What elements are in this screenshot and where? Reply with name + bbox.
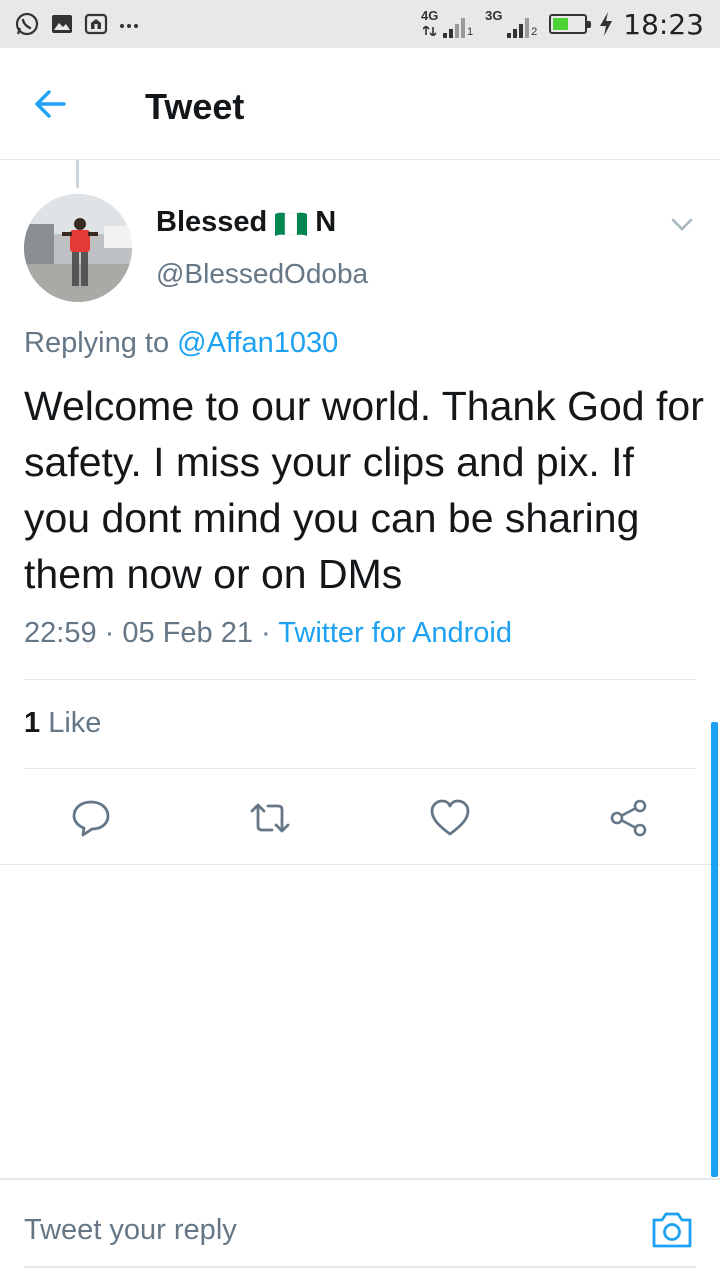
tweet-text: Welcome to our world. Thank God for safe… xyxy=(24,383,704,597)
clock: 18:23 xyxy=(623,7,704,41)
author-name-text: Blessed xyxy=(156,206,268,238)
avatar[interactable] xyxy=(24,194,132,302)
tweet-time: 22:59 xyxy=(24,617,97,649)
notification-icons xyxy=(14,10,140,38)
reply-bar xyxy=(0,1178,720,1280)
network-signal-1: 4G 1 xyxy=(421,8,474,38)
page-title: Tweet xyxy=(145,86,245,127)
top-bar: Tweet xyxy=(0,48,720,160)
network-signal-2: 3G 2 xyxy=(485,8,538,38)
share-icon xyxy=(610,799,647,837)
charging-icon xyxy=(600,12,613,36)
gallery-icon xyxy=(52,15,72,33)
replying-to: Replying to @Affan1030 xyxy=(24,327,338,360)
retweet-icon xyxy=(250,803,290,833)
camera-icon xyxy=(84,13,108,35)
sim-label-2: 2 xyxy=(531,26,538,38)
whatsapp-icon xyxy=(15,12,39,36)
author-name-suffix: N xyxy=(315,206,337,238)
tweet-actions xyxy=(0,770,720,865)
reply-icon xyxy=(72,800,110,837)
chevron-down-icon xyxy=(671,218,693,231)
back-button[interactable] xyxy=(30,84,78,124)
back-arrow-icon xyxy=(35,90,66,118)
like-label: Like xyxy=(48,707,102,739)
meta-separator: · xyxy=(261,617,271,649)
tweet-meta: 22:59 · 05 Feb 21 · Twitter for Android xyxy=(24,617,512,650)
reply-input-underline xyxy=(24,1266,696,1268)
like-button[interactable] xyxy=(429,798,471,838)
nigeria-flag-icon xyxy=(275,212,308,236)
meta-separator: · xyxy=(104,617,115,649)
avatar-photo xyxy=(24,194,132,302)
battery-icon xyxy=(549,14,592,34)
camera-button[interactable] xyxy=(650,1210,694,1250)
camera-icon xyxy=(652,1212,692,1248)
signal-bars-icon xyxy=(507,18,530,38)
system-status: 4G 1 3G 2 18:23 xyxy=(421,7,704,41)
likes-count[interactable]: 1 Like xyxy=(24,707,101,740)
sim-label-1: 1 xyxy=(467,26,474,38)
tweet-options-button[interactable] xyxy=(668,212,696,236)
battery-level xyxy=(553,18,569,30)
author-name[interactable]: Blessed N xyxy=(156,206,336,239)
retweet-button[interactable] xyxy=(248,798,290,838)
tweet-date: 05 Feb 21 xyxy=(122,617,253,649)
thread-connector-line xyxy=(76,160,79,188)
like-count: 1 xyxy=(24,707,41,739)
divider xyxy=(24,768,696,769)
replying-to-link[interactable]: @Affan1030 xyxy=(177,327,338,359)
like-icon xyxy=(430,799,470,836)
tweet-client-link[interactable]: Twitter for Android xyxy=(278,617,512,649)
replying-to-prefix: Replying to xyxy=(24,327,170,359)
status-bar: 4G 1 3G 2 18:23 xyxy=(0,0,720,48)
more-dots-icon xyxy=(120,24,138,28)
network-type-2: 3G xyxy=(485,8,503,23)
divider xyxy=(24,679,696,680)
data-arrows-icon xyxy=(423,26,437,36)
reply-input[interactable] xyxy=(24,1214,584,1247)
network-type-1: 4G xyxy=(421,8,439,23)
scrollbar[interactable] xyxy=(711,722,718,1177)
reply-button[interactable] xyxy=(70,798,112,838)
share-button[interactable] xyxy=(608,798,650,838)
signal-bars-icon xyxy=(443,18,466,38)
author-handle[interactable]: @BlessedOdoba xyxy=(156,258,368,290)
